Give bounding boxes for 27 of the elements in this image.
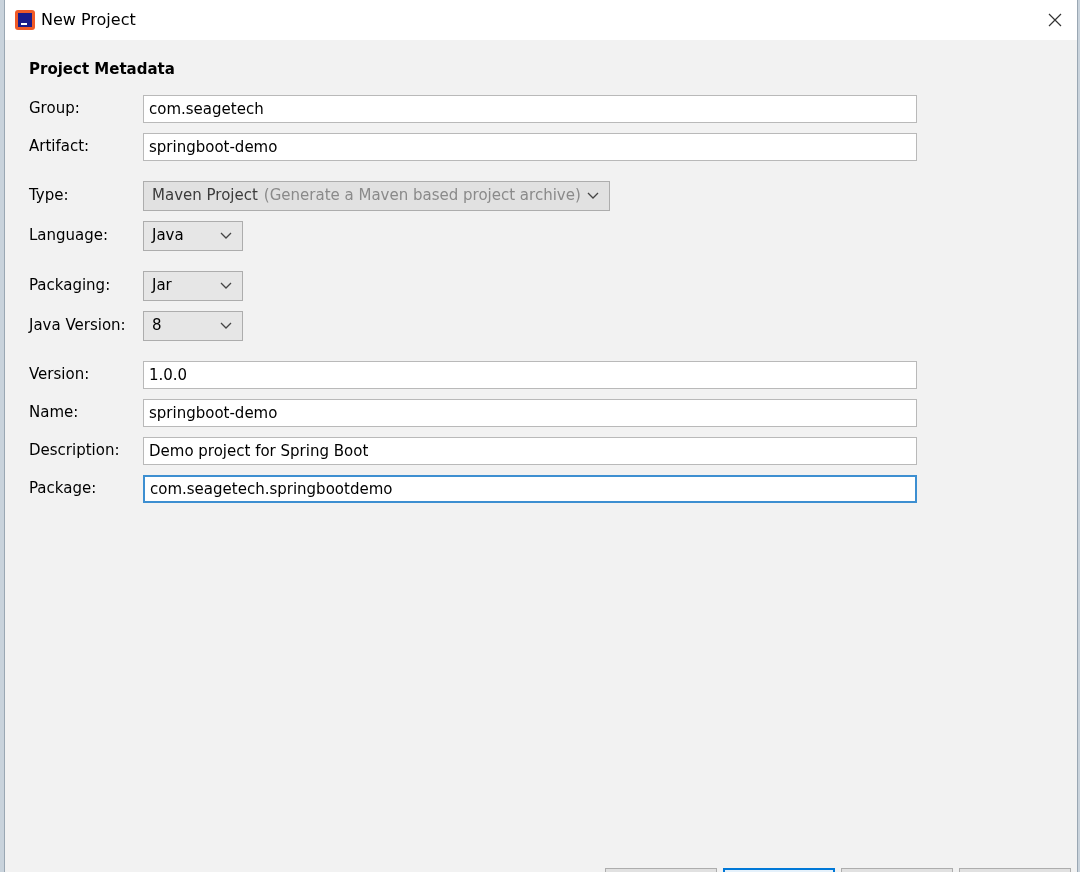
chevron-down-icon (220, 231, 232, 240)
window-title: New Project (41, 9, 136, 31)
field-label: Package: (29, 478, 98, 500)
field-label: Packaging: (29, 275, 112, 297)
field-label: Group: (29, 98, 81, 120)
text-field[interactable]: springboot-demo (143, 398, 917, 427)
field-label: Version: (29, 364, 91, 386)
field-label: Java Version: (29, 315, 127, 337)
field-label: Type: (29, 185, 70, 207)
dropdown[interactable]: Jar (143, 270, 243, 301)
dropdown[interactable]: 8 (143, 310, 243, 341)
field-label: Description: (29, 440, 121, 462)
chevron-down-icon (586, 191, 599, 200)
app-logo-icon (15, 10, 35, 30)
chevron-down-icon (220, 281, 232, 290)
section-heading: Project Metadata (29, 59, 176, 80)
text-field[interactable]: 1.0.0 (143, 360, 917, 389)
chevron-down-icon (220, 321, 232, 330)
text-field[interactable]: com.seagetech (143, 94, 917, 123)
close-icon (1047, 12, 1063, 29)
text-field[interactable]: com.seagetech.springbootdemo (143, 474, 917, 503)
text-field[interactable]: Demo project for Spring Boot (143, 436, 917, 465)
field-label: Artifact: (29, 136, 91, 158)
text-field[interactable]: springboot-demo (143, 132, 917, 161)
field-label: Language: (29, 225, 110, 247)
field-label: Name: (29, 402, 80, 424)
dropdown[interactable]: Java (143, 220, 243, 251)
